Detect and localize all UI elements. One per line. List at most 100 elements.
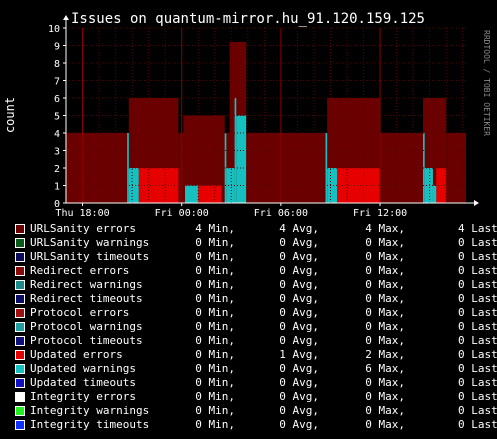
y-tick-label-2: 2 [54, 164, 60, 175]
legend-max: 0 Max, [352, 418, 405, 431]
legend-avg: 0 Avg, [266, 278, 319, 291]
legend-swatch [15, 350, 25, 360]
y-tick-label-3: 3 [54, 147, 60, 158]
legend-max: 0 Max, [352, 264, 405, 277]
legend-max: 0 Max, [352, 278, 405, 291]
legend-min: 0 Min, [182, 390, 235, 403]
legend-min: 4 Min, [182, 222, 235, 235]
legend-avg: 0 Avg, [266, 264, 319, 277]
series-2-bar-1 [128, 168, 139, 203]
legend-avg: 0 Avg, [266, 418, 319, 431]
legend-series-name: Integrity warnings [30, 404, 150, 417]
legend-row: Integrity timeouts 0 Min, 0 Avg, 0 Max, 0… [0, 418, 497, 432]
legend-avg: 4 Avg, [266, 222, 319, 235]
legend-max: 0 Max, [352, 334, 405, 347]
legend-row: Protocol warnings 0 Min, 0 Avg, 0 Max, 0 … [0, 320, 497, 334]
legend-series-name: Integrity timeouts [30, 418, 150, 431]
legend-max: 0 Max, [352, 250, 405, 263]
legend-last: 0 Last [458, 348, 497, 361]
x-tick-label-2: Fri 06:00 [254, 208, 308, 219]
y-tick-label-5: 5 [54, 112, 60, 123]
y-tick-label-1: 1 [54, 182, 60, 193]
y-axis-label: count [3, 97, 17, 133]
legend-row: Updated timeouts 0 Min, 0 Avg, 0 Max, 0 L… [0, 376, 497, 390]
legend-row: Updated warnings 0 Min, 0 Avg, 6 Max, 0 L… [0, 362, 497, 376]
legend-swatch [15, 364, 25, 374]
y-tick-label-10: 10 [48, 24, 60, 35]
legend-swatch [15, 420, 25, 430]
legend-last: 0 Last [458, 250, 497, 263]
legend-series-name: Integrity errors [30, 390, 136, 403]
series-1-bar-2 [337, 168, 381, 203]
legend-min: 0 Min, [182, 292, 235, 305]
legend-swatch [15, 252, 25, 262]
legend-min: 0 Min, [182, 404, 235, 417]
legend-last: 0 Last [458, 362, 497, 375]
y-axis-arrow [63, 15, 69, 20]
legend-avg: 0 Avg, [266, 404, 319, 417]
y-tick-label-6: 6 [54, 94, 60, 105]
legend-swatch [15, 322, 25, 332]
legend-avg: 0 Avg, [266, 376, 319, 389]
legend-series-name: URLSanity warnings [30, 236, 150, 249]
series-2-bar-7 [325, 133, 328, 203]
plot-area: 012345678910Thu 18:00 Fri 00:00 Fri 06:00 F… [48, 15, 479, 219]
legend-min: 0 Min, [182, 306, 235, 319]
legend-min: 0 Min, [182, 236, 235, 249]
legend-avg: 0 Avg, [266, 390, 319, 403]
x-axis-arrow [474, 200, 479, 206]
legend-max: 0 Max, [352, 376, 405, 389]
legend-series-name: Updated errors [30, 348, 123, 361]
legend-max: 0 Max, [352, 236, 405, 249]
legend-last: 0 Last [458, 320, 497, 333]
legend-avg: 0 Avg, [266, 250, 319, 263]
series-2-bar-2 [185, 185, 199, 203]
series-2-bar-8 [327, 168, 338, 203]
legend-min: 0 Min, [182, 334, 235, 347]
series-2-bar-4 [226, 168, 235, 203]
legend-min: 0 Min, [182, 362, 235, 375]
legend-max: 0 Max, [352, 320, 405, 333]
y-tick-label-7: 7 [54, 77, 60, 88]
legend-last: 0 Last [458, 236, 497, 249]
legend-swatch [15, 392, 25, 402]
legend-swatch [15, 224, 25, 234]
chart-title: Issues on quantum-mirror.hu_91.120.159.1… [71, 11, 425, 27]
legend-min: 0 Min, [182, 320, 235, 333]
legend-swatch [15, 294, 25, 304]
legend-swatch [15, 378, 25, 388]
legend-max: 0 Max, [352, 404, 405, 417]
legend-row: Updated errors 0 Min, 1 Avg, 2 Max, 0 Las… [0, 348, 497, 362]
legend-max: 4 Max, [352, 222, 405, 235]
legend-min: 0 Min, [182, 250, 235, 263]
legend-min: 0 Min, [182, 418, 235, 431]
legend-last: 0 Last [458, 418, 497, 431]
legend-row: Protocol timeouts 0 Min, 0 Avg, 0 Max, 0 … [0, 334, 497, 348]
series-0-bar-0 [66, 133, 126, 203]
legend-last: 0 Last [458, 376, 497, 389]
legend-last: 0 Last [458, 292, 497, 305]
legend-last: 0 Last [458, 334, 497, 347]
legend-avg: 0 Avg, [266, 320, 319, 333]
legend-series-name: URLSanity errors [30, 222, 136, 235]
legend-avg: 0 Avg, [266, 236, 319, 249]
legend-last: 0 Last [458, 306, 497, 319]
legend-swatch [15, 266, 25, 276]
legend-row: URLSanity warnings 0 Min, 0 Avg, 0 Max, 0… [0, 236, 497, 250]
legend-max: 0 Max, [352, 292, 405, 305]
legend-series-name: Updated timeouts [30, 376, 136, 389]
chart-frame: Issues on quantum-mirror.hu_91.120.159.1… [0, 0, 497, 439]
series-2-bar-11 [432, 185, 437, 203]
legend-last: 0 Last [458, 390, 497, 403]
legend-row: Redirect warnings 0 Min, 0 Avg, 0 Max, 0 … [0, 278, 497, 292]
legend-swatch [15, 280, 25, 290]
y-tick-label-8: 8 [54, 59, 60, 70]
legend-series-name: Redirect errors [30, 264, 130, 277]
legend-max: 6 Max, [352, 362, 405, 375]
legend-series-name: Redirect timeouts [30, 292, 143, 305]
legend-max: 2 Max, [352, 348, 405, 361]
series-2-bar-6 [236, 115, 247, 203]
legend-max: 0 Max, [352, 390, 405, 403]
x-tick-label-0: Thu 18:00 [55, 208, 109, 219]
x-tick-label-3: Fri 12:00 [353, 208, 407, 219]
